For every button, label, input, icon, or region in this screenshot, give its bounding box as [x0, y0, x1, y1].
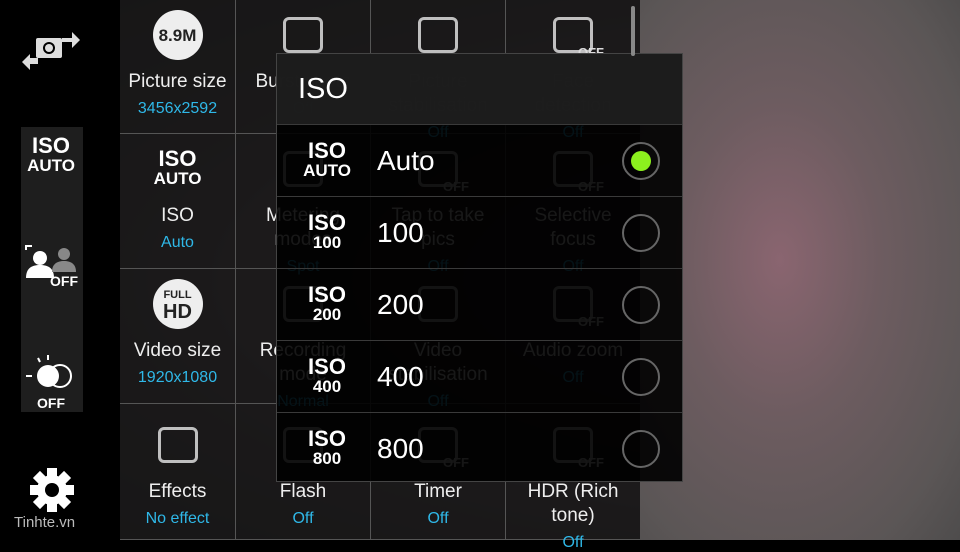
scrollbar[interactable]: [631, 6, 635, 56]
setting-value: Off: [292, 510, 314, 527]
setting-label: ISO: [161, 205, 194, 226]
iso-icon-line2: 800: [312, 448, 342, 468]
radio-button[interactable]: [622, 142, 660, 180]
hdr-state: OFF: [37, 395, 65, 411]
setting-label: Effects: [148, 481, 207, 502]
iso-option-label: 800: [377, 432, 424, 464]
selective-focus-shortcut-button[interactable]: OFF: [20, 244, 82, 289]
setting-label: Video size: [133, 340, 222, 361]
dialog-title: ISO: [277, 54, 682, 124]
iso-shortcut-button[interactable]: ISO AUTO: [20, 133, 82, 176]
burst-off-icon: [283, 17, 323, 53]
iso-800-icon: ISO 800: [277, 425, 377, 469]
selective-focus-state: OFF: [50, 273, 78, 289]
iso-option-auto[interactable]: ISO AUTO Auto: [277, 124, 682, 196]
iso-100-icon: ISO 100: [277, 209, 377, 253]
iso-option-200[interactable]: ISO 200 200: [277, 268, 682, 340]
iso-option-label: 100: [377, 216, 424, 248]
iso-option-400[interactable]: ISO 400 400: [277, 340, 682, 412]
radio-button[interactable]: [622, 358, 660, 396]
iso-option-800[interactable]: ISO 800 800: [277, 412, 682, 484]
setting-iso[interactable]: ISO AUTO ISO Auto: [120, 134, 236, 269]
setting-value: 1920x1080: [137, 369, 218, 386]
hdr-shortcut-button[interactable]: OFF: [20, 352, 82, 411]
effects-wand-icon: [157, 427, 198, 463]
iso-option-label: 200: [377, 288, 424, 320]
iso-option-label: 400: [377, 360, 424, 392]
full-hd-badge: FULL HD: [152, 279, 203, 329]
iso-line1: ISO: [158, 146, 197, 171]
badge-text: 8.9M: [158, 25, 197, 45]
setting-value: Off: [562, 534, 584, 551]
iso-shortcut-line2: AUTO: [27, 156, 75, 175]
iso-icon-line2: 400: [312, 376, 342, 396]
iso-auto-icon: ISO AUTO: [153, 146, 202, 189]
iso-dialog: ISO ISO AUTO Auto ISO 100 100 ISO 200 200 ISO 400 4…: [276, 53, 683, 482]
iso-icon-line1: ISO: [308, 281, 346, 307]
radio-button[interactable]: [622, 286, 660, 324]
setting-value: Off: [427, 510, 449, 527]
iso-option-label: Auto: [377, 144, 435, 176]
iso-icon-line2: AUTO: [303, 160, 351, 180]
iso-line2: AUTO: [153, 169, 202, 188]
iso-auto-icon: ISO AUTO: [277, 137, 377, 181]
hdr-icon: [26, 355, 72, 388]
iso-icon-line1: ISO: [308, 425, 346, 451]
camera-switch-icon: [22, 32, 80, 70]
left-toolbar: ISO AUTO OFF OFF Tinhte.vn: [0, 0, 120, 540]
setting-value: Auto: [161, 234, 194, 251]
setting-video-size[interactable]: FULL HD Video size 1920x1080: [120, 269, 236, 404]
gear-icon: [30, 468, 74, 512]
stabilisation-off-icon: [418, 17, 458, 53]
setting-effects[interactable]: Effects No effect: [120, 404, 236, 540]
watermark: Tinhte.vn: [14, 514, 76, 531]
setting-picture-size[interactable]: 8.9M Picture size 3456x2592: [120, 0, 236, 134]
badge-line2: HD: [163, 301, 192, 323]
iso-200-icon: ISO 200: [277, 281, 377, 325]
camera-preview-visible: [640, 0, 960, 540]
radio-button[interactable]: [622, 430, 660, 468]
camera-switch-button[interactable]: [20, 26, 82, 76]
iso-icon-line1: ISO: [308, 209, 346, 235]
face-detection-icon: OFF: [553, 17, 604, 60]
iso-400-icon: ISO 400: [277, 353, 377, 397]
iso-icon-line2: 100: [312, 232, 342, 252]
iso-icon-line2: 200: [312, 304, 342, 324]
setting-value: No effect: [145, 510, 210, 527]
setting-label: HDR (Rich tone): [527, 481, 619, 526]
setting-value: 3456x2592: [137, 100, 218, 117]
iso-icon-line1: ISO: [308, 137, 346, 163]
setting-label: Picture size: [128, 71, 227, 92]
iso-shortcut-line1: ISO: [32, 133, 70, 158]
iso-icon-line1: ISO: [308, 353, 346, 379]
settings-button[interactable]: [28, 466, 76, 519]
picture-size-badge: 8.9M: [152, 10, 203, 60]
iso-option-100[interactable]: ISO 100 100: [277, 196, 682, 268]
radio-button[interactable]: [622, 214, 660, 252]
